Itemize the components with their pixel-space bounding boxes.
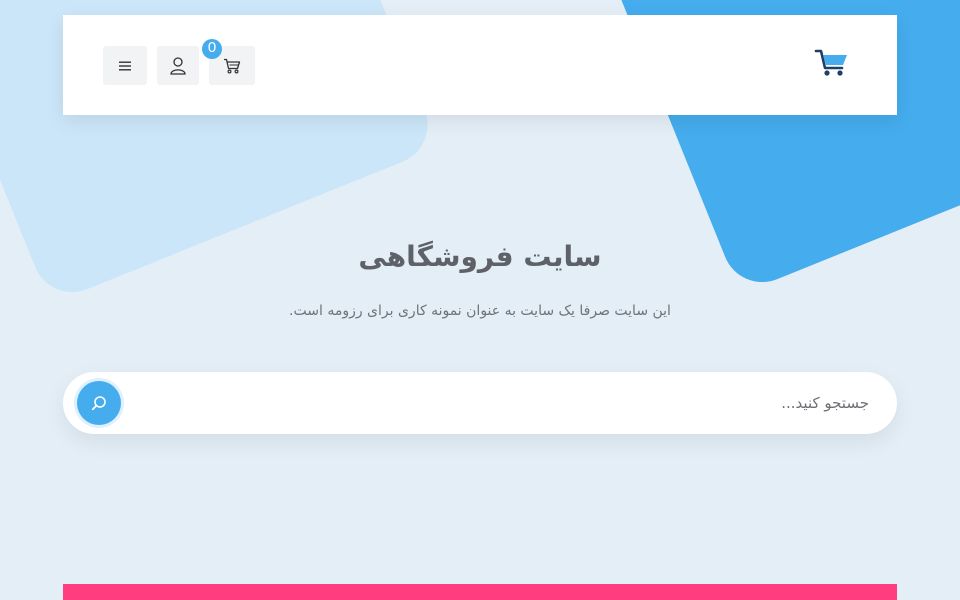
search-bar <box>63 372 897 434</box>
site-logo[interactable] <box>814 48 850 78</box>
hamburger-menu-icon <box>119 61 131 70</box>
promo-banner-edge <box>63 584 897 600</box>
user-icon <box>170 56 186 75</box>
shopping-cart-logo-icon <box>814 49 847 76</box>
site-header: 0 <box>63 15 897 115</box>
menu-button[interactable] <box>103 46 147 85</box>
user-account-button[interactable] <box>157 46 199 85</box>
shopping-cart-icon <box>224 58 241 74</box>
page-title: سایت فروشگاهی <box>358 240 602 273</box>
search-input[interactable] <box>143 383 869 423</box>
search-button[interactable] <box>77 381 121 425</box>
cart-count-badge: 0 <box>202 39 222 59</box>
page-subtitle: این سایت صرفا یک سایت به عنوان نمونه کار… <box>289 303 671 319</box>
search-icon <box>91 396 106 411</box>
